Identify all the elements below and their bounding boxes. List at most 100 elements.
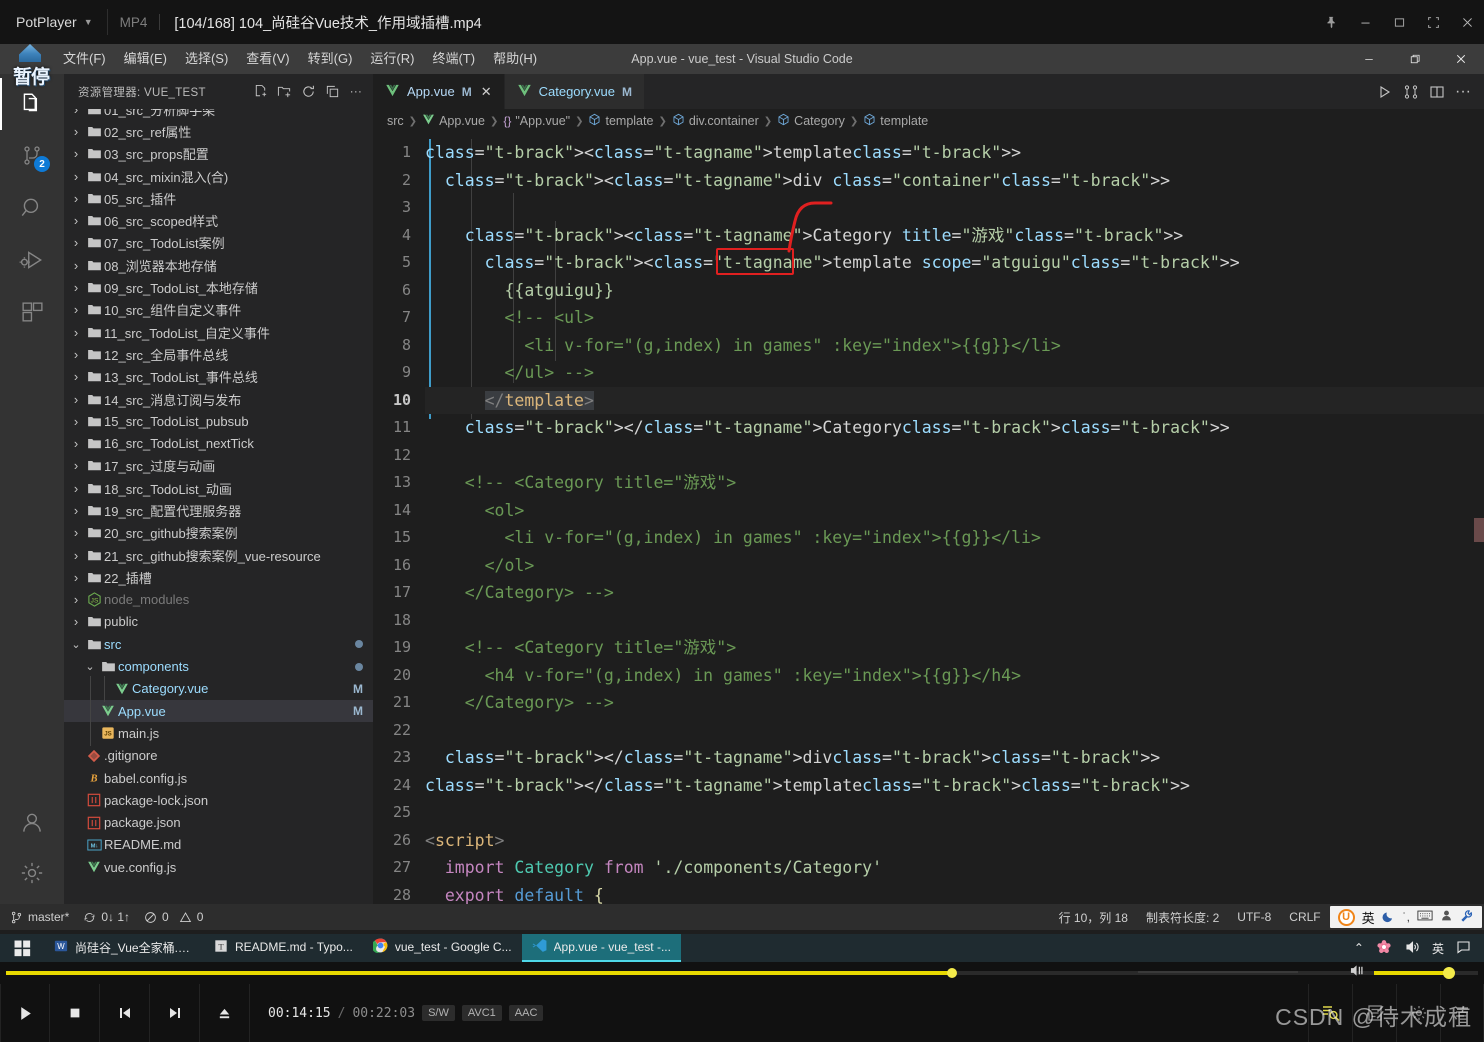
- minimize-icon[interactable]: [1346, 44, 1392, 74]
- sidebar-item-source-control[interactable]: 2: [0, 130, 64, 182]
- tree-item[interactable]: › 09_src_TodoList_本地存储: [64, 276, 373, 298]
- new-folder-icon[interactable]: [273, 81, 295, 103]
- tree-item[interactable]: › 11_src_TodoList_自定义事件: [64, 321, 373, 343]
- code-line[interactable]: <ol>: [425, 497, 1484, 525]
- fullscreen-icon[interactable]: [1416, 0, 1450, 44]
- statusbar-branch[interactable]: master*: [10, 910, 69, 924]
- tree-item[interactable]: › 03_src_props配置: [64, 143, 373, 165]
- compare-icon[interactable]: [1400, 81, 1422, 103]
- code-line[interactable]: class="t-brack"><class="t-tagname">Categ…: [425, 222, 1484, 250]
- code-line[interactable]: class="t-brack"><class="t-tagname">templ…: [425, 249, 1484, 277]
- refresh-icon[interactable]: [297, 81, 319, 103]
- tree-item[interactable]: Category.vue M: [64, 678, 373, 700]
- code-line[interactable]: import Category from './components/Categ…: [425, 854, 1484, 882]
- breadcrumb-item[interactable]: {} "App.vue": [503, 114, 570, 128]
- taskbar-item-chrome[interactable]: vue_test - Google C...: [363, 934, 522, 962]
- eject-button[interactable]: [200, 984, 250, 1042]
- code-line[interactable]: </Category> -->: [425, 579, 1484, 607]
- encoding[interactable]: UTF-8: [1228, 904, 1280, 930]
- ime-indicator[interactable]: 英: [1432, 940, 1444, 957]
- eol[interactable]: CRLF: [1280, 904, 1329, 930]
- tree-item[interactable]: vue.config.js: [64, 856, 373, 878]
- code-line[interactable]: [425, 799, 1484, 827]
- sidebar-item-accounts[interactable]: [0, 800, 64, 852]
- keyboard-icon[interactable]: [1417, 909, 1433, 925]
- maximize-icon[interactable]: [1382, 0, 1416, 44]
- chevron-right-icon[interactable]: ›: [68, 525, 84, 540]
- tree-item[interactable]: › 06_src_scoped样式: [64, 209, 373, 231]
- close-icon[interactable]: [1438, 44, 1484, 74]
- code-line[interactable]: [425, 607, 1484, 635]
- code-line[interactable]: <script>: [425, 827, 1484, 855]
- chevron-right-icon[interactable]: ›: [68, 548, 84, 563]
- tab-category-vue[interactable]: Category.vue M: [504, 74, 645, 109]
- menu-go[interactable]: 转到(G): [299, 44, 362, 74]
- windows-start-icon[interactable]: [0, 934, 44, 962]
- code-line[interactable]: class="t-brack"></class="t-tagname">Cate…: [425, 414, 1484, 442]
- tree-item[interactable]: package.json: [64, 812, 373, 834]
- tree-item[interactable]: M↓ README.md: [64, 834, 373, 856]
- breadcrumb[interactable]: src ❯ App.vue ❯ {} "App.vue" ❯ template ❯ div.con…: [373, 109, 1484, 133]
- audio-codec-chip[interactable]: AAC: [508, 1005, 544, 1021]
- chevron-right-icon[interactable]: ›: [68, 109, 84, 117]
- sidebar-item-extensions[interactable]: [0, 286, 64, 338]
- code-line[interactable]: <li v-for="(g,index) in games" :key="ind…: [425, 332, 1484, 360]
- code-line[interactable]: <!-- <Category title="游戏">: [425, 469, 1484, 497]
- tree-item[interactable]: › 14_src_消息订阅与发布: [64, 388, 373, 410]
- code-line[interactable]: export default {: [425, 882, 1484, 905]
- close-icon[interactable]: ✕: [481, 84, 492, 100]
- code-line[interactable]: <h4 v-for="(g,index) in games" :key="ind…: [425, 662, 1484, 690]
- code-line[interactable]: </ol>: [425, 552, 1484, 580]
- chevron-up-icon[interactable]: ⌃: [1354, 941, 1364, 955]
- code-line[interactable]: class="t-brack"><class="t-tagname">div c…: [425, 167, 1484, 195]
- tree-item[interactable]: Bbabel.config.js: [64, 767, 373, 789]
- tree-item[interactable]: › JS node_modules: [64, 589, 373, 611]
- chevron-right-icon[interactable]: ›: [68, 369, 84, 384]
- chevron-right-icon[interactable]: ›: [68, 458, 84, 473]
- minimap[interactable]: [1474, 133, 1484, 904]
- moon-icon[interactable]: [1382, 909, 1396, 926]
- tree-item[interactable]: › 05_src_插件: [64, 187, 373, 209]
- code-editor[interactable]: 1 2 3 4 5 6 7 8 9 10 11 12 13 14 15 16 17 18 19 20 21 22 23 24 2…: [373, 133, 1484, 904]
- menu-file[interactable]: 文件(F): [54, 44, 115, 74]
- chevron-right-icon[interactable]: ›: [68, 258, 84, 273]
- run-icon[interactable]: [1374, 81, 1396, 103]
- tree-item[interactable]: › 13_src_TodoList_事件总线: [64, 366, 373, 388]
- chevron-right-icon[interactable]: ›: [68, 436, 84, 451]
- sogou-icon[interactable]: [1376, 939, 1392, 958]
- tree-item[interactable]: › 01_src_分析脚手架: [64, 109, 373, 120]
- chevron-right-icon[interactable]: ›: [68, 124, 84, 139]
- tree-item[interactable]: ⌄ components: [64, 655, 373, 677]
- split-editor-icon[interactable]: [1426, 81, 1448, 103]
- new-file-icon[interactable]: [249, 81, 271, 103]
- menu-view[interactable]: 查看(V): [237, 44, 298, 74]
- tree-item[interactable]: › 07_src_TodoList案例: [64, 232, 373, 254]
- chevron-right-icon[interactable]: ›: [68, 347, 84, 362]
- restore-icon[interactable]: [1392, 44, 1438, 74]
- tree-item[interactable]: › 21_src_github搜索案例_vue-resource: [64, 544, 373, 566]
- breadcrumb-item[interactable]: src: [387, 114, 404, 128]
- video-codec-chip[interactable]: AVC1: [461, 1005, 502, 1021]
- chevron-right-icon[interactable]: ›: [68, 481, 84, 496]
- sogou-logo-icon[interactable]: U: [1337, 908, 1355, 926]
- menu-terminal[interactable]: 终端(T): [423, 44, 484, 74]
- chevron-right-icon[interactable]: ›: [68, 302, 84, 317]
- ime-mode[interactable]: 英: [1362, 908, 1375, 927]
- user-icon[interactable]: [1440, 909, 1453, 925]
- chevron-right-icon[interactable]: ›: [68, 570, 84, 585]
- code-line[interactable]: </ul> -->: [425, 359, 1484, 387]
- ime-toolbar[interactable]: U 英 ˙,: [1329, 906, 1482, 928]
- gear-icon[interactable]: [1396, 984, 1440, 1042]
- sidebar-item-search[interactable]: [0, 182, 64, 234]
- tab-size[interactable]: 制表符长度: 2: [1137, 904, 1228, 930]
- more-actions-icon[interactable]: ···: [1452, 81, 1474, 103]
- volume-handle[interactable]: [1442, 967, 1455, 979]
- breadcrumb-item[interactable]: Category: [777, 113, 845, 129]
- chevron-down-icon[interactable]: ⌄: [68, 638, 84, 651]
- tree-item[interactable]: › 22_插槽: [64, 566, 373, 588]
- volume-icon[interactable]: [1349, 963, 1366, 983]
- menu-edit[interactable]: 编辑(E): [115, 44, 176, 74]
- code-line[interactable]: class="t-brack"></class="t-tagname">divc…: [425, 744, 1484, 772]
- renderer-chip[interactable]: S/W: [422, 1005, 455, 1021]
- code-line[interactable]: <li v-for="(g,index) in games" :key="ind…: [425, 524, 1484, 552]
